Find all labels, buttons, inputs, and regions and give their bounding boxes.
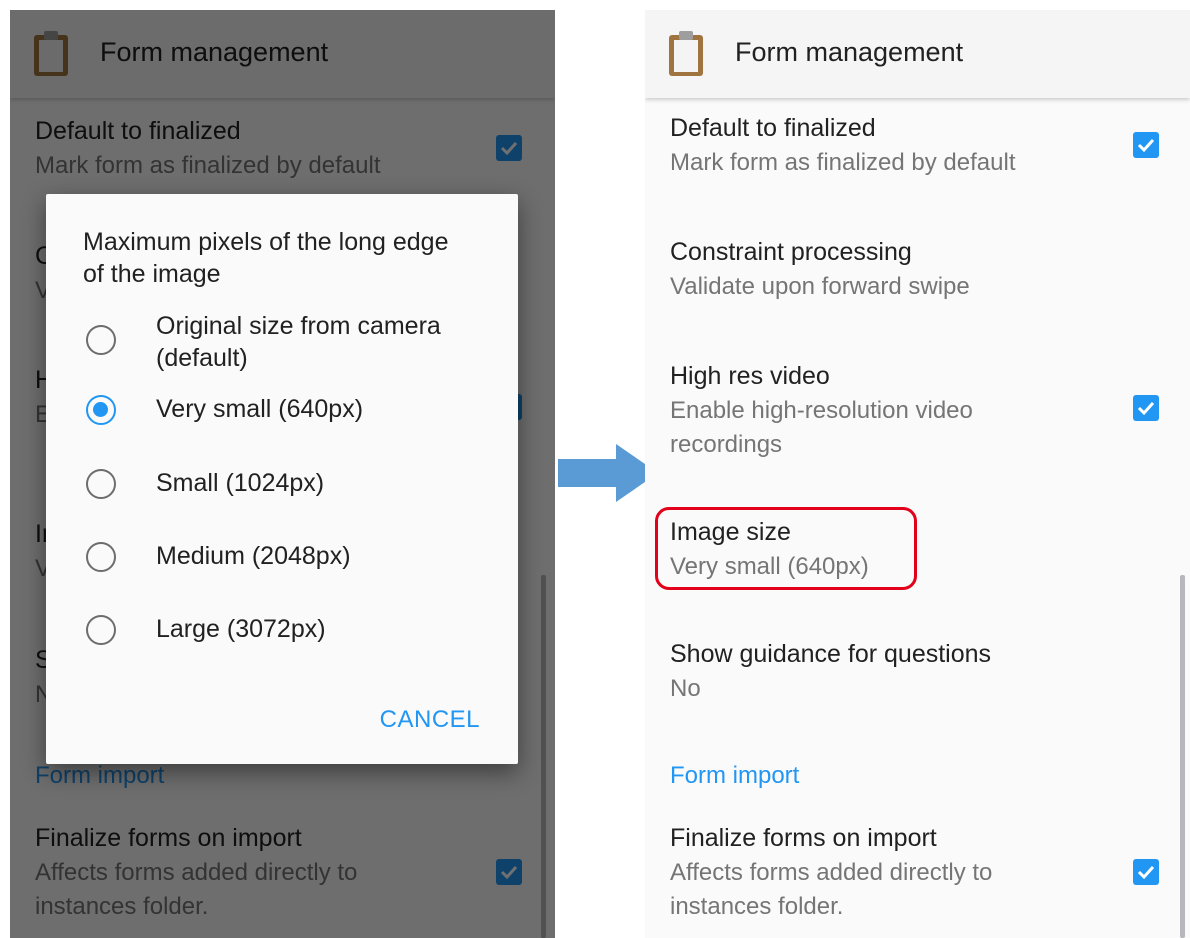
pref-summary: Affects forms added directly to instance… xyxy=(670,859,993,920)
dialog-title: Maximum pixels of the long edge of the i… xyxy=(83,228,449,288)
pref-summary: No xyxy=(670,675,701,702)
radio-button[interactable] xyxy=(86,615,116,645)
radio-button[interactable] xyxy=(86,325,116,355)
settings-screen-with-dialog: Form management Default to finalized Mar… xyxy=(10,10,555,938)
pref-show-guidance[interactable]: Show guidance for questions No xyxy=(670,636,991,706)
pref-summary: Validate upon forward swipe xyxy=(670,273,970,300)
radio-button-selected[interactable] xyxy=(86,395,116,425)
option-label: Medium (2048px) xyxy=(156,542,351,570)
pref-constraint-processing[interactable]: Constraint processing Validate upon forw… xyxy=(670,234,970,304)
default-to-finalized-checkbox[interactable] xyxy=(1133,132,1159,158)
settings-screen: Form management Default to finalized Mar… xyxy=(645,10,1190,938)
pref-finalize-on-import[interactable]: Finalize forms on import Affects forms a… xyxy=(670,820,1090,924)
option-very-small[interactable]: Very small (640px) xyxy=(86,393,506,453)
option-label: Large (3072px) xyxy=(156,615,326,643)
high-res-video-checkbox[interactable] xyxy=(1133,395,1159,421)
pref-title: High res video xyxy=(670,362,830,390)
pref-summary: Enable high-resolution video recordings xyxy=(670,397,973,458)
image-size-highlight xyxy=(655,507,917,590)
finalize-on-import-checkbox[interactable] xyxy=(1133,859,1159,885)
clipboard-icon xyxy=(669,31,703,76)
option-original-size[interactable]: Original size from camera (default) xyxy=(86,310,506,372)
check-icon xyxy=(1137,138,1155,153)
option-medium[interactable]: Medium (2048px) xyxy=(86,540,506,600)
pref-summary: Mark form as finalized by default xyxy=(670,149,1016,176)
option-small[interactable]: Small (1024px) xyxy=(86,467,506,527)
option-label: Very small (640px) xyxy=(156,395,364,423)
option-label: Small (1024px) xyxy=(156,469,325,497)
scrollbar[interactable] xyxy=(1180,575,1185,938)
option-label: Original size from camera (default) xyxy=(156,312,441,372)
pref-title: Default to finalized xyxy=(670,114,876,142)
option-large[interactable]: Large (3072px) xyxy=(86,613,506,673)
pref-title: Constraint processing xyxy=(670,238,912,266)
cancel-button[interactable]: CANCEL xyxy=(380,706,480,734)
radio-button[interactable] xyxy=(86,542,116,572)
pref-title: Show guidance for questions xyxy=(670,640,992,668)
category-form-import: Form import xyxy=(670,762,800,789)
image-size-dialog: Maximum pixels of the long edge of the i… xyxy=(46,194,518,764)
pref-default-to-finalized[interactable]: Default to finalized Mark form as finali… xyxy=(670,110,1015,180)
check-icon xyxy=(1137,865,1155,880)
check-icon xyxy=(1137,401,1155,416)
app-bar-title: Form management xyxy=(735,37,964,67)
radio-button[interactable] xyxy=(86,469,116,499)
app-bar: Form management xyxy=(645,10,1190,98)
pref-high-res-video[interactable]: High res video Enable high-resolution vi… xyxy=(670,358,1070,462)
right-arrow-icon xyxy=(558,444,658,502)
pref-title: Finalize forms on import xyxy=(670,824,937,852)
